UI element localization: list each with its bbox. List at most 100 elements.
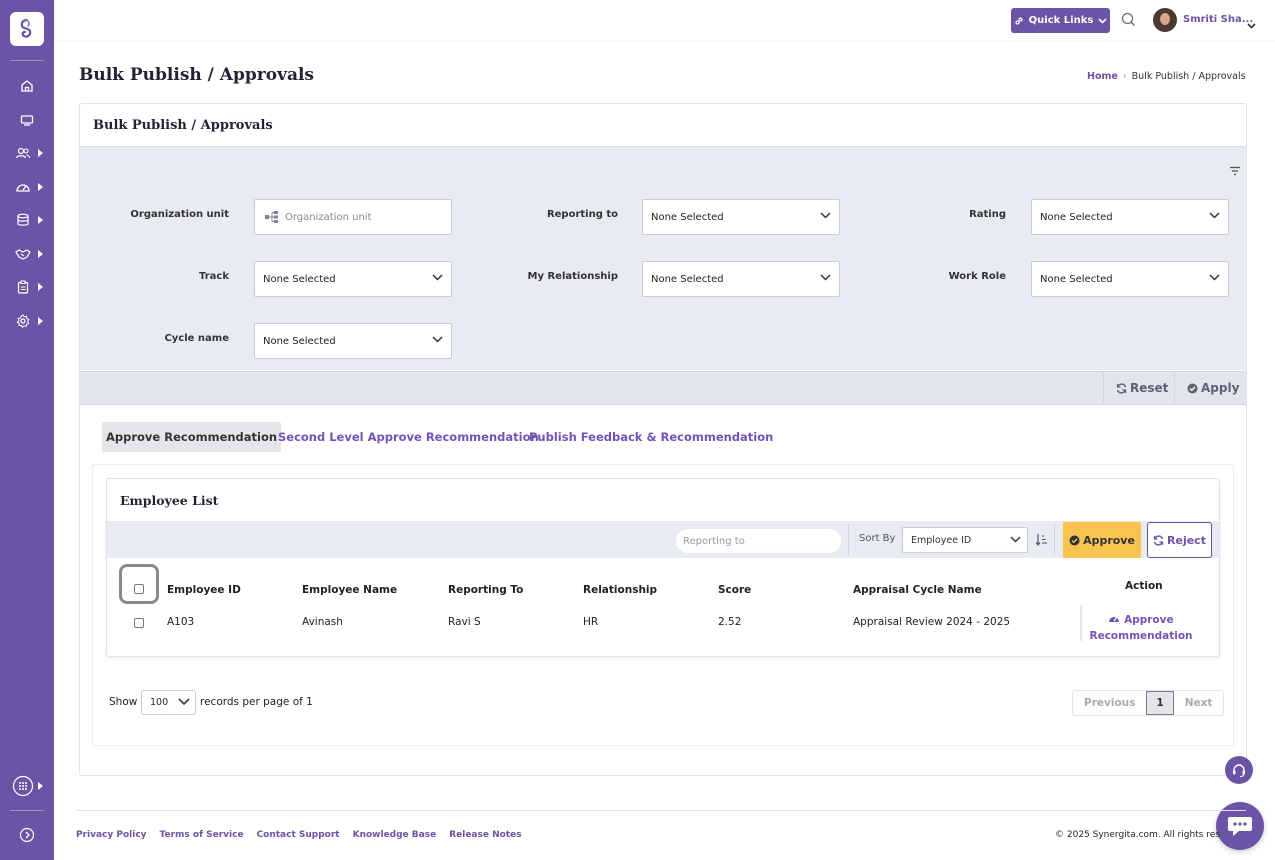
gear-icon [16,314,30,328]
filter-toggle[interactable] [1229,161,1241,180]
column-header-employee-id[interactable]: Employee ID [167,584,241,596]
release-notes-link[interactable]: Release Notes [449,830,521,840]
reporting-to-select[interactable]: None Selected [642,199,840,235]
expand-caret-icon [38,283,43,291]
sidebar-item-dashboard[interactable] [0,108,54,132]
page-number-button[interactable]: 1 [1146,691,1174,715]
sidebar-item-performance[interactable] [0,175,54,199]
breadcrumb-separator-icon: › [1122,71,1127,82]
breadcrumb: Home › Bulk Publish / Approvals [1087,71,1246,82]
work-role-value: None Selected [1040,273,1113,285]
privacy-policy-link[interactable]: Privacy Policy [76,830,147,840]
org-unit-input[interactable]: Organization unit [254,199,452,235]
user-name[interactable]: Smriti Sha... [1183,14,1253,25]
approve-label: Approve [1083,533,1135,547]
knowledge-base-link[interactable]: Knowledge Base [353,830,437,840]
sort-order-toggle[interactable] [1035,531,1048,550]
column-header-reporting-to[interactable]: Reporting To [448,584,523,596]
refresh-icon [1153,534,1164,546]
next-page-button[interactable]: Next [1174,691,1224,715]
cell-relationship: HR [583,616,599,628]
logo-icon [20,18,32,38]
reset-button[interactable]: Reset [1103,372,1180,404]
quick-links-button[interactable]: Quick Links [1011,8,1110,33]
expand-caret-icon [38,782,43,790]
column-header-employee-name[interactable]: Employee Name [302,584,397,596]
quick-links-label: Quick Links [1028,15,1094,26]
sidebar-expand-toggle[interactable] [0,823,54,847]
apply-label: Apply [1201,381,1240,395]
expand-caret-icon [38,317,43,325]
chevron-down-icon [432,274,443,281]
chevron-down-icon [1209,212,1220,219]
approve-button[interactable]: Approve [1063,522,1141,558]
toolbar-divider [1054,524,1055,555]
rating-value: None Selected [1040,211,1113,223]
headset-icon [1233,764,1245,778]
sidebar-item-home[interactable] [0,74,54,98]
column-header-score[interactable]: Score [718,584,751,596]
home-icon [21,80,33,92]
page-size-select[interactable]: 100 [141,690,196,715]
chevron-down-icon [1098,17,1107,24]
sort-by-label: Sort By [859,533,896,544]
card-title: Bulk Publish / Approvals [93,118,273,133]
copyright-text: © 2025 Synergita.com. All rights res [1055,830,1220,840]
tab-publish-feedback[interactable]: Publish Feedback & Recommendation [525,422,777,452]
sidebar-item-data[interactable] [0,208,54,232]
rating-select[interactable]: None Selected [1031,199,1229,235]
pagination: Previous 1 Next [1072,690,1225,716]
previous-page-button[interactable]: Previous [1073,691,1146,715]
sort-by-select[interactable]: Employee ID [902,527,1028,553]
apply-button[interactable]: Apply [1174,372,1251,404]
chevron-down-icon [178,698,190,706]
handshake-icon [15,249,31,260]
expand-caret-icon [38,149,43,157]
chevron-down-icon [820,212,831,219]
main-card: Bulk Publish / Approvals Organization un… [79,103,1247,776]
sort-by-value: Employee ID [911,534,972,546]
app-logo[interactable] [10,12,44,46]
track-select[interactable]: None Selected [254,261,452,297]
filter-panel: Organization unit Organization unit Repo… [80,146,1246,405]
cell-cycle-name: Appraisal Review 2024 - 2025 [853,616,1011,628]
sidebar-item-people[interactable] [0,141,54,165]
work-role-select[interactable]: None Selected [1031,261,1229,297]
tab-second-level-approve[interactable]: Second Level Approve Recommendation [274,422,543,452]
support-button[interactable] [1225,756,1253,784]
cycle-name-select[interactable]: None Selected [254,323,452,359]
my-relationship-select[interactable]: None Selected [642,261,840,297]
rating-label: Rating [969,209,1006,220]
sidebar-item-reports[interactable] [0,275,54,299]
search-button[interactable] [1121,12,1136,31]
column-header-cycle-name[interactable]: Appraisal Cycle Name [853,584,982,596]
clipboard-icon [17,280,29,294]
toolbar-divider [848,524,849,555]
contact-support-link[interactable]: Contact Support [257,830,340,840]
sidebar-item-apps[interactable] [0,774,54,798]
chevron-right-circle-icon [19,827,35,843]
search-icon [1121,12,1135,26]
column-header-relationship[interactable]: Relationship [583,584,657,596]
reporting-to-search-input[interactable]: Reporting to [676,529,841,553]
row-checkbox[interactable] [134,618,144,628]
chat-icon [1228,817,1252,836]
people-icon [15,147,31,159]
sidebar [0,0,54,860]
chevron-down-icon [1209,274,1220,281]
page-title: Bulk Publish / Approvals [79,65,314,85]
reject-button[interactable]: Reject [1147,522,1212,558]
tab-approve-recommendation[interactable]: Approve Recommendation [102,422,282,452]
user-menu-toggle[interactable] [1247,14,1256,33]
breadcrumb-home-link[interactable]: Home [1087,71,1118,82]
chevron-down-icon [1010,536,1021,543]
sidebar-item-engagement[interactable] [0,242,54,266]
expand-caret-icon [38,250,43,258]
cell-reporting-to: Ravi S [448,616,481,628]
approve-recommendation-link[interactable]: Approve Recommendation [1087,612,1195,644]
sidebar-divider [10,60,44,61]
select-all-checkbox[interactable] [134,584,144,594]
terms-of-service-link[interactable]: Terms of Service [160,830,244,840]
user-avatar[interactable] [1153,8,1177,32]
sidebar-item-settings[interactable] [0,309,54,333]
